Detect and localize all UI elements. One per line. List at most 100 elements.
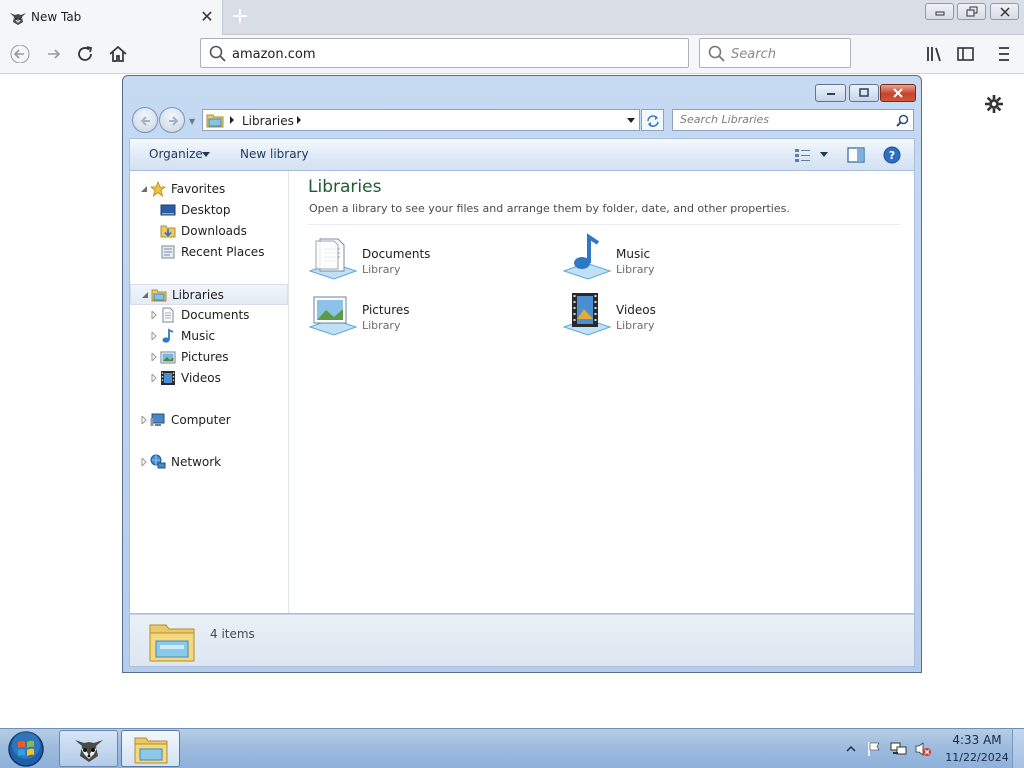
browser-tab-title: New Tab xyxy=(31,10,82,24)
explorer-close-button[interactable] xyxy=(880,84,916,102)
collapsed-arrow-icon[interactable] xyxy=(150,353,158,361)
raccoon-favicon-icon xyxy=(10,13,26,25)
search-icon[interactable] xyxy=(896,114,909,127)
back-arrow-icon xyxy=(10,45,30,63)
new-library-button[interactable]: New library xyxy=(240,147,309,161)
browser-restore-button[interactable] xyxy=(957,3,986,20)
collapsed-arrow-icon[interactable] xyxy=(150,374,158,382)
browser-tab-new-tab[interactable]: New Tab ✕ xyxy=(0,0,223,35)
recent-pages-dropdown-icon[interactable]: ▼ xyxy=(189,117,195,126)
library-icon xyxy=(927,47,941,62)
nav-item-documents[interactable]: Documents xyxy=(130,305,288,326)
collapsed-arrow-icon[interactable] xyxy=(150,332,158,340)
nav-item-music[interactable]: Music xyxy=(130,326,288,347)
library-item-music[interactable]: Music Library xyxy=(562,233,792,283)
library-item-videos[interactable]: Videos Library xyxy=(562,289,792,339)
url-input[interactable] xyxy=(232,47,672,62)
nav-item-favorites[interactable]: Favorites xyxy=(130,179,288,200)
breadcrumb-chevron-icon[interactable] xyxy=(296,116,302,124)
computer-icon xyxy=(150,413,165,426)
preview-pane-icon[interactable] xyxy=(847,147,865,163)
library-name: Music xyxy=(616,247,651,261)
explorer-search-box[interactable] xyxy=(672,109,914,131)
nav-label-downloads: Downloads xyxy=(181,224,247,238)
explorer-maximize-button[interactable] xyxy=(849,84,879,102)
network-status-icon[interactable] xyxy=(890,741,908,757)
nav-item-desktop[interactable]: Desktop xyxy=(130,200,288,221)
nav-item-downloads[interactable]: Downloads xyxy=(130,221,288,242)
nav-label-favorites: Favorites xyxy=(171,182,226,196)
back-button[interactable] xyxy=(5,41,33,67)
menu-button[interactable] xyxy=(990,41,1018,67)
breadcrumb-chevron-icon[interactable] xyxy=(229,116,235,124)
nav-item-videos[interactable]: Videos xyxy=(130,368,288,389)
explorer-command-bar: Organize New library ? xyxy=(129,138,915,170)
maximize-icon xyxy=(859,88,869,97)
change-view-icon[interactable] xyxy=(794,147,812,163)
explorer-body: Favorites Desktop Downloads Recent Place… xyxy=(129,170,915,614)
explorer-refresh-button[interactable] xyxy=(641,109,664,131)
taskbar-explorer-button[interactable] xyxy=(121,730,180,767)
organize-button[interactable]: Organize xyxy=(149,147,203,161)
raccoon-browser-icon xyxy=(74,739,103,762)
library-type: Library xyxy=(362,263,401,276)
start-button-icon[interactable] xyxy=(4,730,48,768)
collapsed-arrow-icon[interactable] xyxy=(140,458,148,466)
close-tab-icon[interactable]: ✕ xyxy=(196,6,218,28)
libraries-folder-icon xyxy=(206,114,224,128)
breadcrumb-libraries[interactable]: Libraries xyxy=(242,114,294,128)
volume-muted-icon[interactable] xyxy=(914,741,932,757)
browser-search-box[interactable] xyxy=(699,38,851,68)
library-item-documents[interactable]: Documents Library xyxy=(308,233,538,283)
close-icon xyxy=(893,88,903,98)
expand-arrow-icon[interactable] xyxy=(141,291,149,299)
collapsed-arrow-icon[interactable] xyxy=(150,311,158,319)
library-item-pictures[interactable]: Pictures Library xyxy=(308,289,538,339)
forward-button[interactable] xyxy=(39,41,67,67)
svg-text:?: ? xyxy=(889,149,895,162)
sidebar-toggle-button[interactable] xyxy=(951,41,979,67)
close-icon xyxy=(1000,7,1010,17)
nav-label-desktop: Desktop xyxy=(181,203,231,217)
url-bar[interactable] xyxy=(200,38,689,68)
address-dropdown-icon[interactable] xyxy=(627,118,635,123)
back-forward-buttons: ▼ xyxy=(131,107,195,134)
taskbar-clock-date[interactable]: 11/22/2024 xyxy=(940,751,1014,764)
explorer-address-bar[interactable]: Libraries xyxy=(202,109,640,131)
documents-library-icon xyxy=(308,238,358,280)
libraries-folder-icon xyxy=(149,624,195,662)
taskbar-firefox-button[interactable] xyxy=(59,730,118,767)
nav-item-pictures[interactable]: Pictures xyxy=(130,347,288,368)
browser-minimize-button[interactable] xyxy=(925,3,954,20)
new-tab-plus-icon[interactable]: + xyxy=(228,5,252,29)
show-desktop-button[interactable] xyxy=(1012,729,1024,768)
browser-search-input[interactable] xyxy=(731,47,841,62)
music-note-icon xyxy=(162,328,174,343)
action-center-flag-icon[interactable] xyxy=(866,741,882,757)
nav-item-libraries[interactable]: Libraries xyxy=(130,284,288,305)
reload-button[interactable] xyxy=(71,41,99,67)
expand-arrow-icon[interactable] xyxy=(140,185,148,193)
gear-icon[interactable] xyxy=(984,94,1004,114)
home-button[interactable] xyxy=(103,41,131,67)
explorer-forward-button[interactable] xyxy=(159,107,185,133)
explorer-search-input[interactable] xyxy=(680,113,880,126)
library-button[interactable] xyxy=(920,41,948,67)
forward-arrow-icon xyxy=(169,116,179,126)
nav-item-network[interactable]: Network xyxy=(130,452,288,473)
chevron-down-icon[interactable] xyxy=(202,152,210,157)
browser-close-button[interactable] xyxy=(990,3,1019,20)
collapsed-arrow-icon[interactable] xyxy=(140,416,148,424)
page-title: Libraries xyxy=(308,177,382,197)
explorer-minimize-button[interactable] xyxy=(815,84,846,102)
explorer-back-button[interactable] xyxy=(132,107,158,133)
content-divider xyxy=(308,224,900,225)
chevron-down-icon[interactable] xyxy=(820,152,828,157)
show-hidden-icons-icon[interactable] xyxy=(846,745,856,753)
nav-item-recent-places[interactable]: Recent Places xyxy=(130,242,288,263)
taskbar-clock-time[interactable]: 4:33 AM xyxy=(944,733,1010,747)
help-icon[interactable]: ? xyxy=(883,146,901,164)
nav-item-computer[interactable]: Computer xyxy=(130,410,288,431)
details-pane: 4 items xyxy=(129,614,915,667)
browser-toolbar xyxy=(0,35,1024,74)
